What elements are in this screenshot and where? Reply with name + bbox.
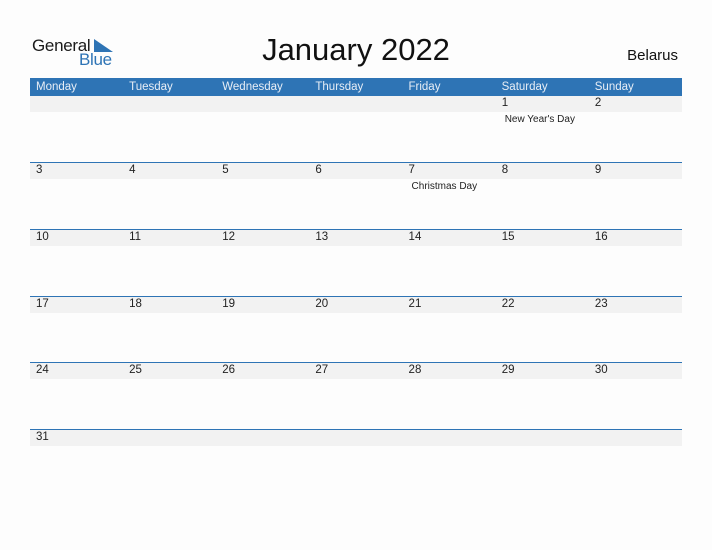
day-cell: 30 xyxy=(589,363,682,430)
day-number: 24 xyxy=(36,364,49,376)
week-row: 10 11 12 13 14 15 16 xyxy=(30,229,682,296)
day-cell: 9 xyxy=(589,163,682,230)
weekday-monday: Monday xyxy=(36,81,77,93)
day-number: 26 xyxy=(222,364,236,376)
day-cell: 22 xyxy=(496,297,589,364)
calendar-title: January 2022 xyxy=(262,32,450,67)
day-cell: 7 Christmas Day xyxy=(403,163,496,230)
day-number: 3 xyxy=(36,164,43,176)
day-cell: 1 New Year's Day xyxy=(496,96,589,163)
day-number: 9 xyxy=(594,164,602,176)
weekday-wednesday: Wednesday xyxy=(222,81,283,93)
day-number: 30 xyxy=(594,364,608,376)
day-cell xyxy=(496,430,589,497)
day-cell: 19 xyxy=(216,297,309,364)
day-cell: 24 xyxy=(30,363,123,430)
day-number: 19 xyxy=(222,298,236,310)
day-cell xyxy=(403,96,496,163)
day-cell: 18 xyxy=(123,297,216,364)
week-row: 31 xyxy=(30,429,682,496)
day-number: 28 xyxy=(408,364,422,376)
day-cell: 23 xyxy=(589,297,682,364)
day-cell: 6 xyxy=(309,163,402,230)
day-cell xyxy=(216,96,309,163)
weekday-sunday: Sunday xyxy=(594,81,634,93)
day-cell: 15 xyxy=(496,230,589,297)
day-number: 7 xyxy=(408,164,415,176)
day-cell: 20 xyxy=(309,297,402,364)
weekday-tuesday: Tuesday xyxy=(129,81,173,93)
day-number: 31 xyxy=(36,431,49,443)
day-cell: 21 xyxy=(403,297,496,364)
day-cell: 28 xyxy=(403,363,496,430)
day-number: 1 xyxy=(501,97,509,109)
day-cell xyxy=(309,96,402,163)
day-cell xyxy=(30,96,123,163)
day-number: 11 xyxy=(129,231,142,243)
day-number: 4 xyxy=(129,164,136,176)
day-number: 21 xyxy=(408,298,422,310)
day-cell xyxy=(309,430,402,497)
day-number: 22 xyxy=(501,298,515,310)
weekday-friday: Friday xyxy=(408,81,441,93)
day-cell: 26 xyxy=(216,363,309,430)
day-number: 5 xyxy=(222,164,229,176)
day-number: 12 xyxy=(222,231,236,243)
day-number: 18 xyxy=(129,298,142,310)
day-cell: 2 xyxy=(589,96,682,163)
day-number: 15 xyxy=(501,231,515,243)
day-cell: 14 xyxy=(403,230,496,297)
day-number: 16 xyxy=(594,231,608,243)
day-number: 20 xyxy=(315,298,329,310)
week-row: 24 25 26 27 28 29 30 xyxy=(30,362,682,429)
day-number: 23 xyxy=(594,298,608,310)
day-cell: 5 xyxy=(216,163,309,230)
day-cell: 10 xyxy=(30,230,123,297)
weekday-header: Monday Tuesday Wednesday Thursday Friday… xyxy=(30,78,682,96)
day-cell: 11 xyxy=(123,230,216,297)
day-cell xyxy=(216,430,309,497)
day-number: 10 xyxy=(36,231,49,243)
day-number: 6 xyxy=(315,164,322,176)
day-cell: 13 xyxy=(309,230,402,297)
holiday-label: Christmas Day xyxy=(411,181,478,192)
day-cell: 4 xyxy=(123,163,216,230)
week-row: 17 18 19 20 21 22 23 xyxy=(30,296,682,363)
holiday-label: New Year's Day xyxy=(504,114,575,125)
day-cell: 25 xyxy=(123,363,216,430)
day-cell xyxy=(123,96,216,163)
day-number: 13 xyxy=(315,231,329,243)
day-cell xyxy=(589,430,682,497)
weekday-saturday: Saturday xyxy=(501,81,548,93)
day-cell: 17 xyxy=(30,297,123,364)
day-number: 14 xyxy=(408,231,422,243)
day-cell: 8 xyxy=(496,163,589,230)
day-number: 17 xyxy=(36,298,49,310)
day-number: 2 xyxy=(594,97,602,109)
day-number: 27 xyxy=(315,364,329,376)
day-cell xyxy=(403,430,496,497)
day-cell: 16 xyxy=(589,230,682,297)
country-label: Belarus xyxy=(627,47,678,64)
day-number: 29 xyxy=(501,364,515,376)
day-cell: 12 xyxy=(216,230,309,297)
day-number: 25 xyxy=(129,364,142,376)
day-cell xyxy=(123,430,216,497)
day-cell: 29 xyxy=(496,363,589,430)
week-row: 3 4 5 6 7 Christmas Day 8 9 xyxy=(30,162,682,229)
day-cell: 27 xyxy=(309,363,402,430)
day-cell: 3 xyxy=(30,163,123,230)
day-cell: 31 xyxy=(30,430,123,497)
week-row: 1 New Year's Day 2 xyxy=(30,96,682,163)
day-number: 8 xyxy=(501,164,509,176)
weekday-thursday: Thursday xyxy=(315,81,364,93)
